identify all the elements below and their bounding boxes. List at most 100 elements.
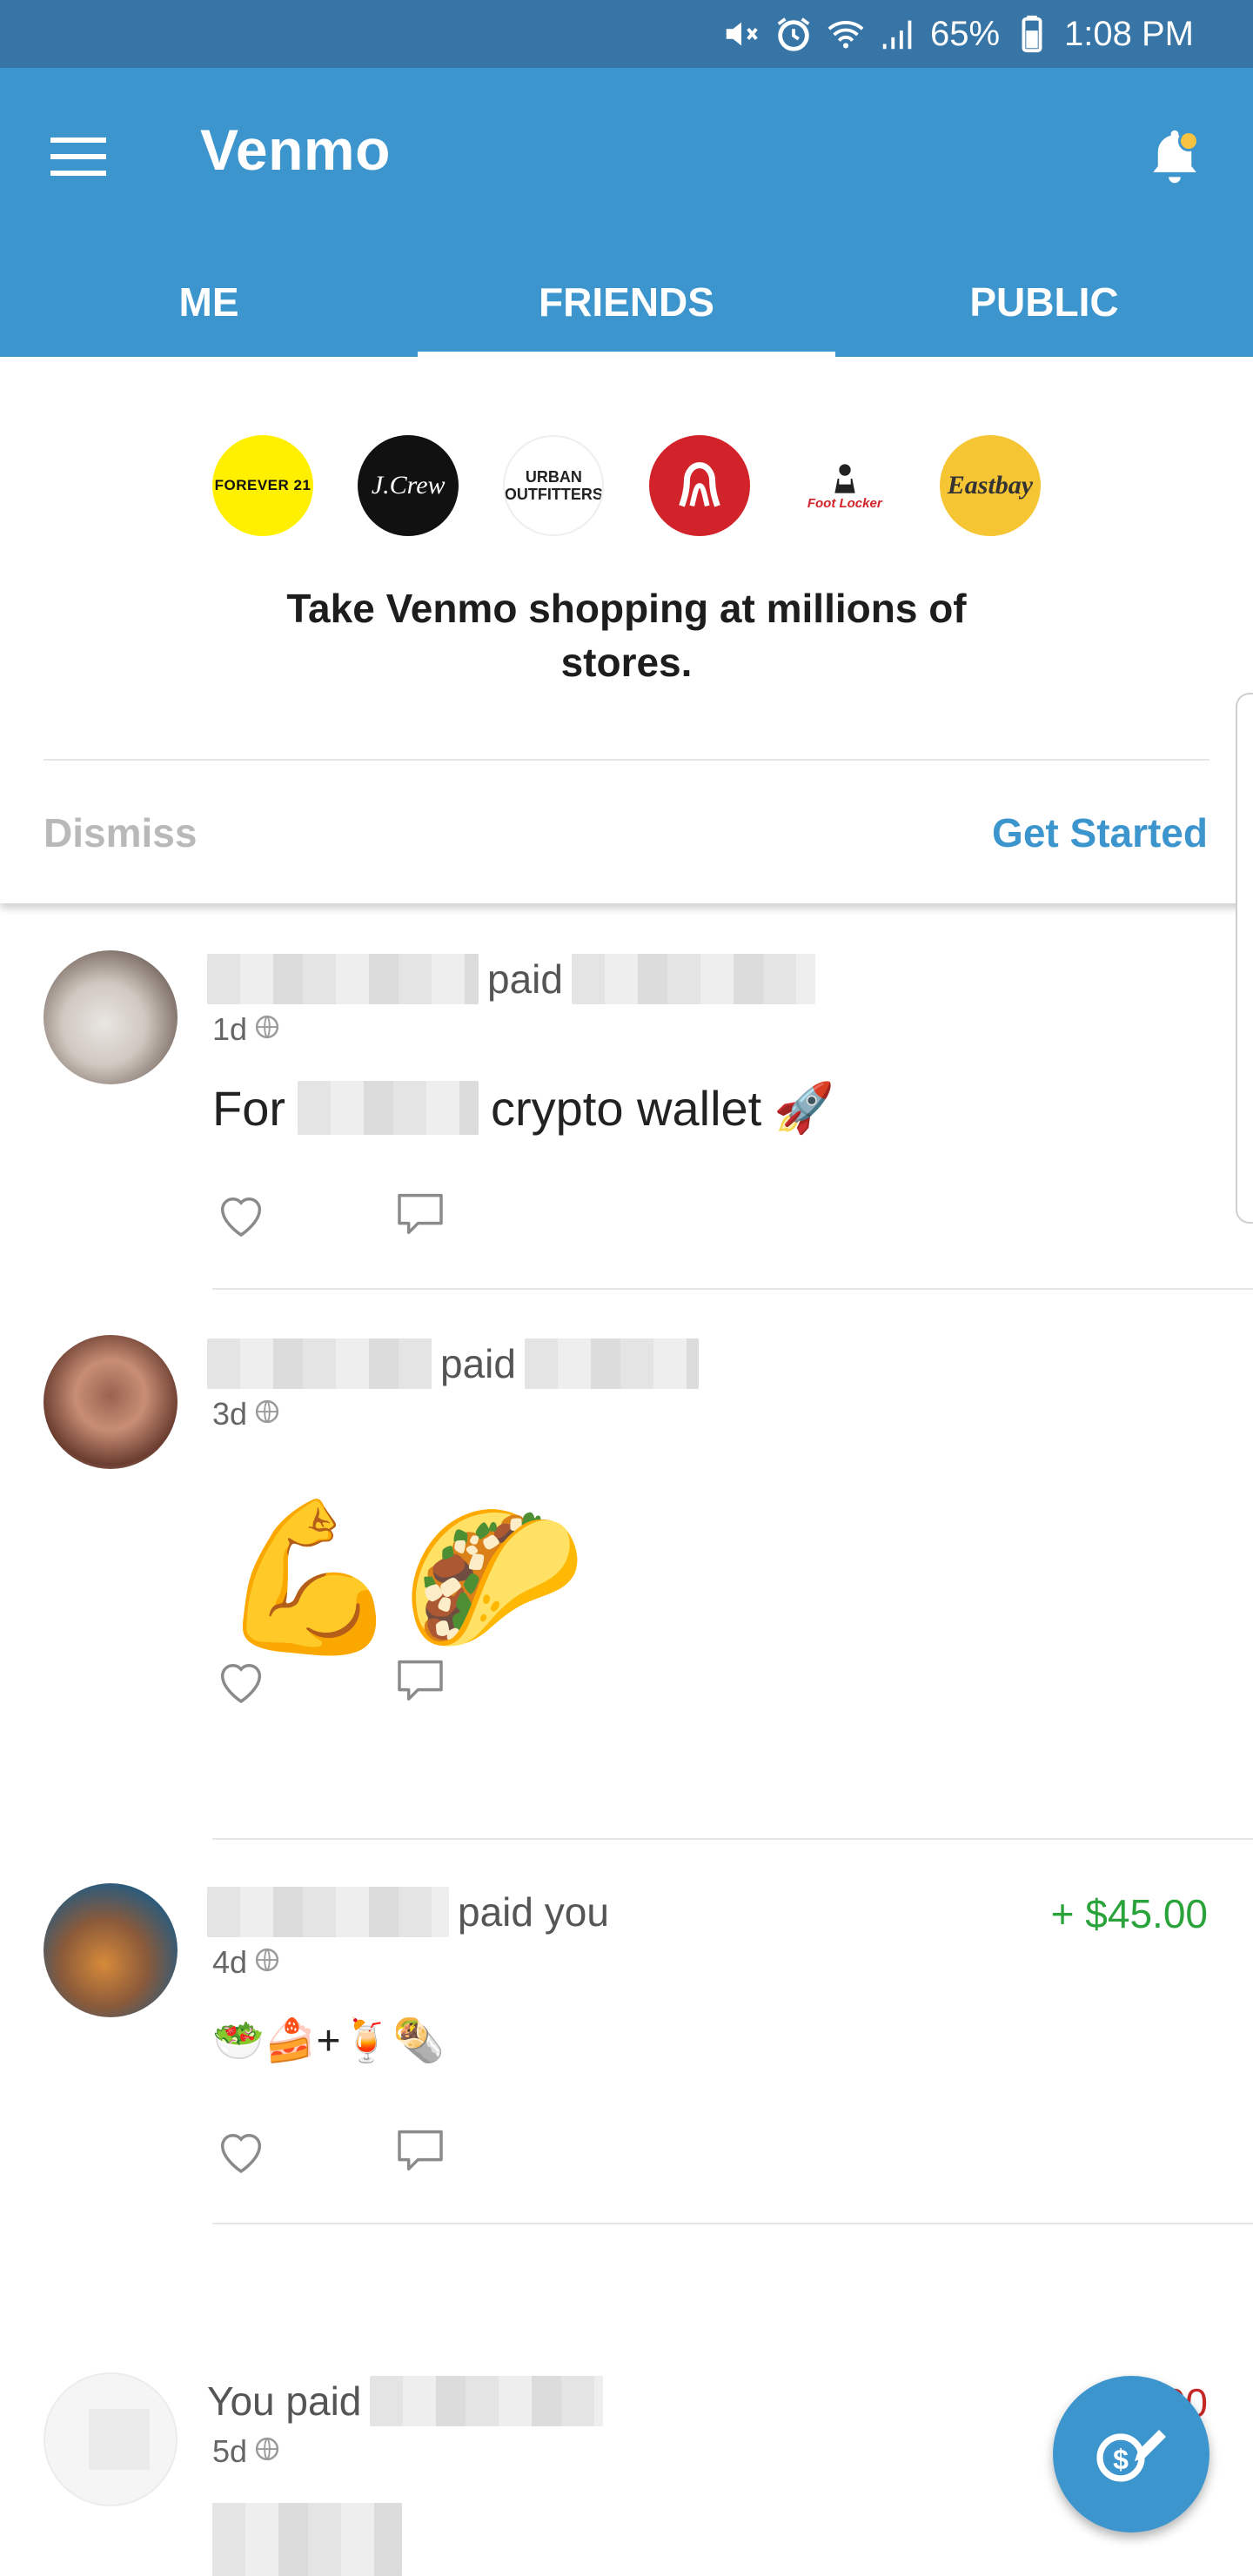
foot-locker-text: Foot Locker [807,495,882,511]
story-note: For crypto wallet 🚀 [212,1079,834,1137]
forever21-logo: FOREVER 21 [212,435,313,536]
story-time: 3d [212,1396,248,1432]
story-actions [212,1185,449,1243]
redacted-sender[interactable] [207,954,479,1004]
urban-outfitters-logo: URBAN OUTFITTERS [503,435,605,536]
redacted-sender[interactable] [207,1338,432,1389]
story-amount: + $45.00 [1050,1891,1208,1936]
story-title: paid you [207,1887,609,1937]
comment-icon [398,2130,443,2171]
feed-story[interactable]: paid 1d For crypto wallet 🚀 [0,949,1253,1297]
app-bar: Venmo ME FRIENDS PUBLIC [0,68,1253,357]
story-meta: 3d [212,1396,280,1432]
urban-logo-line1: URBAN [525,468,582,486]
story-actions [212,2122,449,2179]
globe-icon [254,1396,280,1432]
alarm-icon [774,14,814,54]
story-note-emoji: 💪🌮 [218,1495,586,1660]
comment-icon [398,1193,443,1235]
get-started-button[interactable]: Get Started [992,809,1208,856]
comment-button[interactable] [392,1185,449,1243]
comment-icon [398,1660,443,1701]
comment-button[interactable] [392,2122,449,2179]
status-bar: 65% 1:08 PM [0,0,1253,68]
story-time: 4d [212,1944,248,1980]
heart-icon [220,1197,262,1238]
story-divider [212,1288,1253,1290]
redacted-sender[interactable] [207,1887,449,1937]
promo-divider [44,759,1209,761]
globe-icon [254,2433,280,2470]
promo-message: Take Venmo shopping at millions of store… [286,586,967,685]
clock: 1:08 PM [1064,14,1194,53]
svg-text:$: $ [1113,2444,1129,2475]
like-button[interactable] [212,1185,270,1243]
foot-locker-logo: Foot Locker [794,435,895,536]
feed-story[interactable]: paid you + $45.00 4d 🥗🍰+🍹🌯 [0,1882,1253,2230]
redacted-note [212,2503,402,2576]
eastbay-logo: Eastbay [939,435,1041,536]
redacted-recipient[interactable] [370,2376,604,2426]
story-title: paid [207,954,815,1004]
store-logos: FOREVER 21 J.Crew URBAN OUTFITTERS Foot … [212,435,1041,536]
avatar[interactable] [44,1335,178,1469]
lululemon-logo [648,435,750,536]
story-note-emoji: 🥗🍰+🍹🌯 [212,2018,446,2064]
eastbay-logo-text: Eastbay [947,471,1034,500]
wifi-icon [826,14,866,54]
mute-icon [721,14,761,54]
app-title: Venmo [200,117,391,182]
story-action: paid you [458,1889,609,1935]
story-divider [212,1838,1253,1840]
avatar[interactable] [44,2372,178,2506]
redacted-recipient[interactable] [571,954,815,1004]
avatar[interactable] [44,950,178,1084]
story-time: 1d [212,1011,248,1047]
referee-icon [834,463,855,493]
story-divider [212,2223,1253,2224]
shopping-promo-card: FOREVER 21 J.Crew URBAN OUTFITTERS Foot … [0,357,1253,903]
feed-story[interactable]: paid 3d 💪🌮 [0,1333,1253,1840]
pay-request-icon: $ [1096,2430,1166,2482]
globe-icon [254,1944,280,1981]
like-button[interactable] [212,1652,270,1709]
battery-percent: 65% [929,14,1001,53]
redacted-recipient[interactable] [524,1338,699,1389]
jcrew-logo-text: J.Crew [371,471,446,500]
urban-logo-line2: OUTFITTERS [504,486,603,503]
menu-button[interactable] [40,118,117,195]
story-meta: 4d [212,1944,280,1981]
heart-icon [220,2134,262,2174]
avatar[interactable] [44,1883,178,2017]
jcrew-logo: J.Crew [358,435,459,536]
story-action: You paid [207,2378,362,2424]
story-meta: 1d [212,1011,280,1048]
notifications-button[interactable] [1131,113,1218,200]
story-meta: 5d [212,2433,280,2470]
hamburger-icon [50,138,106,176]
redacted-note-word [298,1081,479,1135]
note-prefix: For [212,1080,285,1136]
story-title: paid [207,1338,699,1389]
signal-icon [878,14,918,54]
story-actions [212,1652,449,1709]
dismiss-button[interactable]: Dismiss [44,809,197,856]
like-button[interactable] [212,2122,270,2179]
globe-icon [254,1011,280,1048]
tab-friends[interactable]: FRIENDS [418,247,835,357]
status-icons: 65% 1:08 PM [721,9,1194,59]
battery-icon [1012,14,1052,54]
story-time: 5d [212,2433,248,2469]
story-title: You paid [207,2376,604,2426]
forever21-logo-text: FOREVER 21 [214,477,312,493]
pay-or-request-button[interactable]: $ [1053,2376,1209,2532]
note-suffix: crypto wallet [491,1080,762,1136]
heart-icon [220,1664,262,1704]
rocket-emoji: 🚀 [774,1080,834,1135]
tab-public[interactable]: PUBLIC [835,247,1253,357]
feed-tabs: ME FRIENDS PUBLIC [0,247,1253,357]
story-action: paid [487,956,563,1002]
comment-button[interactable] [392,1652,449,1709]
tab-me[interactable]: ME [0,247,418,357]
lululemon-icon [678,462,720,507]
